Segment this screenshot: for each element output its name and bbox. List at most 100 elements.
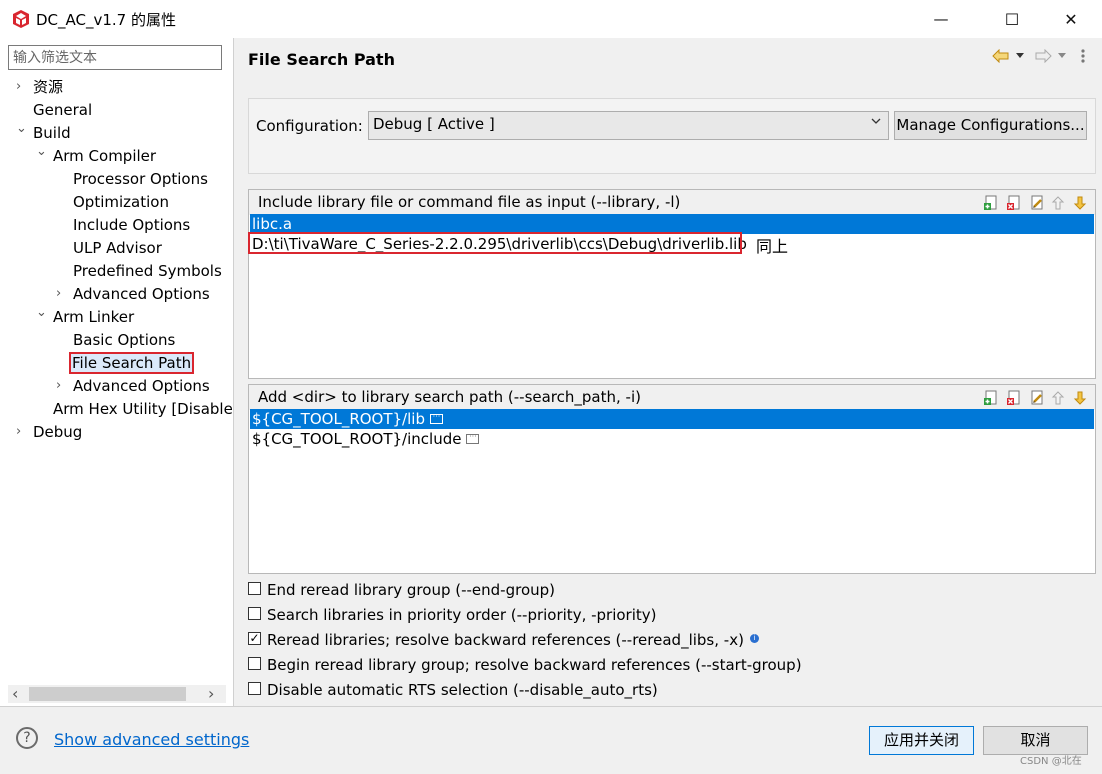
ellipsis-icon[interactable]: ··· xyxy=(466,432,480,444)
move-up-icon[interactable] xyxy=(1050,390,1066,406)
add-icon[interactable] xyxy=(983,390,999,406)
show-advanced-settings-link[interactable]: Show advanced settings xyxy=(54,730,249,749)
scroll-left-icon[interactable]: ‹ xyxy=(12,684,18,703)
tree-item-compiler-advanced-options[interactable]: › Advanced Options xyxy=(56,283,212,305)
window-title: DC_AC_v1.7 的属性 xyxy=(36,11,176,29)
checkbox[interactable] xyxy=(248,582,261,595)
tree-item-file-search-path[interactable]: File Search Path xyxy=(69,352,195,374)
checkbox-disable-auto-rts[interactable]: Disable automatic RTS selection (--disab… xyxy=(248,679,658,701)
configuration-select[interactable]: Debug [ Active ] xyxy=(368,111,889,140)
tree-item-ulp-advisor[interactable]: ULP Advisor xyxy=(71,237,164,259)
search-path-row-selected[interactable]: ${CG_TOOL_ROOT}/lib ··· xyxy=(250,409,1094,429)
view-menu-icon[interactable] xyxy=(1080,48,1086,64)
checkbox-priority[interactable]: Search libraries in priority order (--pr… xyxy=(248,604,657,626)
close-window-button[interactable]: ✕ xyxy=(1048,0,1094,38)
sidebar: › 资源 General ⌄ Build ⌄ Arm Compiler Proc… xyxy=(0,38,234,706)
cancel-button[interactable]: 取消 xyxy=(983,726,1088,755)
search-path-text: ${CG_TOOL_ROOT}/include xyxy=(252,430,462,448)
tree-item-label: Basic Options xyxy=(73,331,176,349)
tree-item-predefined-symbols[interactable]: Predefined Symbols xyxy=(71,260,224,282)
help-icon[interactable]: ? xyxy=(16,727,38,749)
search-path-title: Add <dir> to library search path (--sear… xyxy=(258,388,641,406)
forward-arrow-icon[interactable] xyxy=(1034,49,1052,63)
tree-item-processor-options[interactable]: Processor Options xyxy=(71,168,210,190)
library-row-selected[interactable]: libc.a xyxy=(250,214,1094,234)
checkbox-end-group[interactable]: End reread library group (--end-group) xyxy=(248,579,555,601)
checkbox-label: Search libraries in priority order (--pr… xyxy=(267,606,657,624)
back-dropdown-icon[interactable] xyxy=(1015,52,1025,60)
edit-icon[interactable] xyxy=(1029,195,1045,211)
chevron-down-icon[interactable]: ⌄ xyxy=(36,141,48,163)
app-icon xyxy=(13,10,29,28)
forward-dropdown-icon[interactable] xyxy=(1057,52,1067,60)
configuration-value: Debug [ Active ] xyxy=(373,115,495,133)
close-icon: ✕ xyxy=(1064,9,1078,29)
tree-item-basic-options[interactable]: Basic Options xyxy=(71,329,177,351)
watermark: CSDN @北在 xyxy=(1020,756,1082,767)
tree-item-label: ULP Advisor xyxy=(73,239,162,257)
chevron-right-icon[interactable]: › xyxy=(56,283,68,305)
apply-and-close-button[interactable]: 应用并关闭 xyxy=(869,726,974,755)
add-icon[interactable] xyxy=(983,195,999,211)
chevron-down-icon[interactable] xyxy=(870,115,882,127)
tree-item-label: Build xyxy=(33,124,71,142)
manage-configurations-button[interactable]: Manage Configurations... xyxy=(894,111,1087,140)
chevron-right-icon[interactable]: › xyxy=(16,421,28,443)
maximize-button[interactable]: ☐ xyxy=(989,0,1035,38)
checkbox-label: Reread libraries; resolve backward refer… xyxy=(267,631,744,649)
back-arrow-icon[interactable] xyxy=(992,49,1010,63)
tree-item-optimization[interactable]: Optimization xyxy=(71,191,171,213)
checkbox-reread-libs[interactable]: ✓ Reread libraries; resolve backward refe… xyxy=(248,629,759,651)
delete-icon[interactable] xyxy=(1006,195,1022,211)
tree-item-label: Arm Hex Utility [Disabled] xyxy=(53,400,232,418)
checkbox[interactable] xyxy=(248,682,261,695)
tree-item-arm-hex-utility[interactable]: Arm Hex Utility [Disabled] xyxy=(51,398,232,420)
chevron-right-icon[interactable]: › xyxy=(56,375,68,397)
tree-item-arm-linker[interactable]: ⌄ Arm Linker xyxy=(36,305,136,328)
ellipsis-icon[interactable]: ··· xyxy=(429,412,443,424)
checkbox-checked[interactable]: ✓ xyxy=(248,632,261,645)
tree-item-debug[interactable]: › Debug xyxy=(16,421,84,443)
tree-item-arm-compiler[interactable]: ⌄ Arm Compiler xyxy=(36,144,158,167)
delete-icon[interactable] xyxy=(1006,390,1022,406)
tree-item-label: Arm Compiler xyxy=(53,147,157,165)
move-down-icon[interactable] xyxy=(1072,390,1088,406)
footer-divider xyxy=(0,706,1102,707)
tree-item-label: Advanced Options xyxy=(73,285,210,303)
search-path-group: Add <dir> to library search path (--sear… xyxy=(248,384,1096,574)
move-down-icon[interactable] xyxy=(1072,195,1088,211)
sidebar-tree: › 资源 General ⌄ Build ⌄ Arm Compiler Proc… xyxy=(0,38,232,678)
chevron-down-icon[interactable]: ⌄ xyxy=(16,118,28,140)
tree-item-include-options[interactable]: Include Options xyxy=(71,214,192,236)
library-list-header: Include library file or command file as … xyxy=(249,190,1095,215)
tree-item-general[interactable]: General xyxy=(31,99,94,121)
minimize-button[interactable]: — xyxy=(918,0,964,38)
checkbox[interactable] xyxy=(248,657,261,670)
tree-item-resources[interactable]: › 资源 xyxy=(16,76,65,98)
tree-item-label: Processor Options xyxy=(73,170,208,188)
tree-item-label: Debug xyxy=(33,423,83,441)
scroll-right-icon[interactable]: › xyxy=(208,684,214,703)
maximize-icon: ☐ xyxy=(1004,9,1020,29)
tree-item-label: Include Options xyxy=(73,216,191,234)
search-path-row[interactable]: ${CG_TOOL_ROOT}/include ··· xyxy=(250,429,1094,449)
edit-icon[interactable] xyxy=(1029,390,1045,406)
highlight-box xyxy=(248,232,742,254)
tree-item-label: Advanced Options xyxy=(73,377,210,395)
checkbox-label: End reread library group (--end-group) xyxy=(267,581,556,599)
scrollbar-thumb[interactable] xyxy=(29,687,186,701)
tree-item-label: Arm Linker xyxy=(53,308,135,326)
chevron-down-icon[interactable]: ⌄ xyxy=(36,302,48,324)
configuration-label: Configuration: xyxy=(256,117,363,135)
checkbox[interactable] xyxy=(248,607,261,620)
chevron-right-icon[interactable]: › xyxy=(16,76,28,98)
page-title: File Search Path xyxy=(248,50,395,69)
tree-item-label: General xyxy=(33,101,93,119)
minimize-icon: — xyxy=(933,10,949,28)
move-up-icon[interactable] xyxy=(1050,195,1066,211)
tree-item-label: 资源 xyxy=(33,78,64,96)
checkbox-start-group[interactable]: Begin reread library group; resolve back… xyxy=(248,654,802,676)
tree-item-linker-advanced-options[interactable]: › Advanced Options xyxy=(56,375,212,397)
tree-item-label: Optimization xyxy=(73,193,169,211)
info-icon[interactable]: i xyxy=(749,634,759,643)
